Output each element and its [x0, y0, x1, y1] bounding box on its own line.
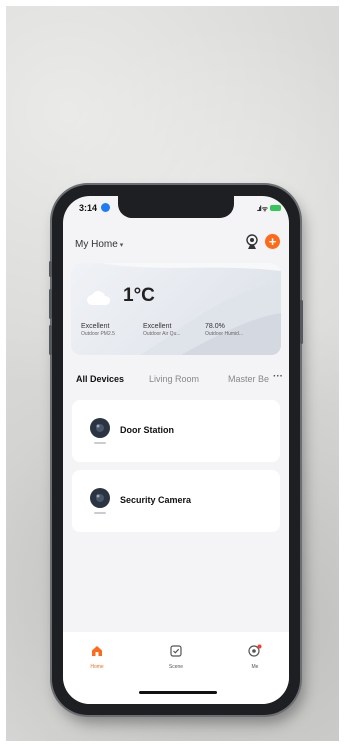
metric-label: Outdoor PM2.5 [81, 331, 115, 337]
tab-living-room[interactable]: Living Room [149, 374, 199, 384]
temperature: 1°C [123, 285, 155, 306]
profile-icon [248, 644, 262, 657]
metric-label: Outdoor Air Qu... [143, 331, 181, 337]
metric-pm25: Excellent Outdoor PM2.5 [81, 323, 115, 337]
weather-card[interactable]: 1°C Excellent Outdoor PM2.5 Excellent Ou… [71, 263, 281, 355]
nav-label: Home [90, 664, 104, 670]
metric-air-quality: Excellent Outdoor Air Qu... [143, 323, 181, 337]
side-button-volume-down [49, 325, 52, 355]
location-icon [101, 203, 110, 212]
device-card-security-camera[interactable]: Security Camera [72, 470, 280, 532]
status-time: 3:14 [79, 203, 98, 213]
more-tabs-icon[interactable]: ··· [273, 371, 283, 382]
tab-master-bedroom[interactable]: Master Be [228, 374, 269, 384]
app-screen: 3:14 ..ıl ᯤ My Home ▾ + 1°C Excellent Ou… [63, 196, 289, 704]
metric-value: Excellent [143, 323, 172, 330]
weather-background-graphic [101, 263, 281, 355]
cloud-icon [87, 291, 111, 305]
add-device-button[interactable]: + [265, 234, 280, 249]
camera-icon [90, 488, 110, 514]
bottom-navigation: Home Scene Me [63, 632, 289, 704]
notch [118, 196, 234, 218]
camera-scan-icon[interactable] [245, 234, 259, 250]
nav-home[interactable]: Home [77, 644, 117, 670]
side-button-volume-up [49, 289, 52, 319]
tab-all-devices[interactable]: All Devices [76, 374, 124, 384]
signal-wifi-icon: ..ıl ᯤ [256, 206, 268, 213]
device-name: Security Camera [120, 495, 192, 505]
phone-device: 3:14 ..ıl ᯤ My Home ▾ + 1°C Excellent Ou… [49, 185, 303, 715]
device-card-door-station[interactable]: Door Station [72, 400, 280, 462]
room-tabs: All Devices Living Room Master Be ··· [63, 370, 289, 390]
home-indicator [139, 691, 217, 694]
home-selector[interactable]: My Home ▾ [75, 239, 123, 250]
scene-check-icon [170, 645, 182, 657]
metric-value: 78.0% [205, 323, 225, 330]
device-name: Door Station [120, 425, 174, 435]
metric-value: Excellent [81, 323, 110, 330]
home-icon [92, 646, 102, 656]
side-button-mute [49, 261, 52, 277]
chevron-down-icon: ▾ [119, 242, 124, 249]
battery-icon [270, 205, 281, 211]
camera-icon [90, 418, 110, 444]
nav-me[interactable]: Me [235, 644, 275, 670]
nav-label: Scene [168, 664, 184, 670]
metric-label: Outdoor Humid... [205, 331, 244, 337]
home-selector-label: My Home [75, 239, 118, 250]
side-button-power [300, 300, 303, 344]
nav-scene[interactable]: Scene [156, 644, 196, 670]
metric-humidity: 78.0% Outdoor Humid... [205, 323, 243, 337]
nav-label: Me [251, 664, 259, 670]
